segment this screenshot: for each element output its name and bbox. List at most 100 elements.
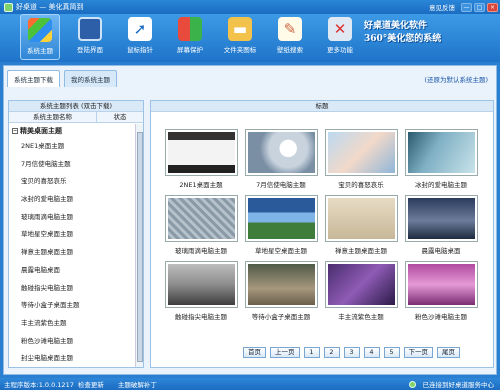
theme-preview-panel: 标题 2NE1桌面主题 7月信使电脑主题 宝贝的喜怒哀乐 冰封的爱电脑主题 玻璃… — [150, 100, 494, 368]
tool-mouse-pointer[interactable]: ➚ 鼠标指针 — [120, 14, 160, 60]
tool-system-theme[interactable]: 系统主题 — [20, 14, 60, 60]
theme-caption: 宝贝的喜怒哀乐 — [338, 181, 384, 189]
theme-thumbnail[interactable] — [164, 261, 238, 308]
theme-thumbnail[interactable] — [324, 261, 398, 308]
list-item[interactable]: 禅意主题桌面主题 — [9, 244, 135, 262]
page-button[interactable]: 4 — [363, 347, 380, 358]
window-title: 好桌道 — 美化真简到 — [16, 3, 84, 11]
theme-card[interactable]: 宝贝的喜怒哀乐 — [321, 129, 401, 191]
list-item[interactable]: 封尘电脑桌面主题 — [9, 350, 135, 367]
version-text: 主程序版本:1.0.0.1217 — [4, 381, 74, 389]
theme-card[interactable]: 2NE1桌面主题 — [161, 129, 241, 191]
theme-thumbnail[interactable] — [324, 129, 398, 176]
page-button[interactable]: 1 — [303, 347, 320, 358]
folder-icon: ▬ — [228, 17, 252, 41]
tool-label: 屏幕保护 — [177, 46, 203, 54]
tab-my-themes[interactable]: 我的系统主题 — [64, 70, 117, 87]
theme-caption: 等待小盒子桌面主题 — [251, 313, 311, 321]
theme-thumbnail[interactable] — [164, 129, 238, 176]
list-scrollbar[interactable] — [135, 124, 143, 367]
tool-label: 更多功能 — [327, 46, 353, 54]
theme-thumbnail[interactable] — [404, 195, 478, 242]
theme-card[interactable]: 粉色沙滩电脑主题 — [401, 261, 481, 323]
list-group[interactable]: − 精美桌面主题 — [9, 124, 135, 138]
theme-card[interactable]: 触碰指尖电脑主题 — [161, 261, 241, 323]
login-screen-icon — [78, 17, 102, 41]
list-item[interactable]: 粉色沙滩电脑主题 — [9, 333, 135, 351]
screensaver-shield-icon — [178, 17, 202, 41]
feedback-link[interactable]: 意见反馈 — [429, 2, 455, 12]
app-logo-icon — [4, 2, 13, 12]
tool-label: 系统主题 — [27, 47, 53, 55]
theme-caption: 7月信使电脑主题 — [256, 181, 306, 189]
status-bar: 主程序版本:1.0.0.1217 检查更新 主题破解补丁 已连接到好桌道服务中心 — [0, 378, 500, 390]
theme-thumbnail[interactable] — [164, 195, 238, 242]
scrollbar-thumb[interactable] — [137, 132, 143, 362]
theme-list-panel: 系统主题列表 (双击下载) 系统主题名称 状态 − 精美桌面主题 2NE1桌面主… — [8, 100, 144, 368]
theme-card[interactable]: 冰封的爱电脑主题 — [401, 129, 481, 191]
collapse-icon[interactable]: − — [12, 128, 18, 134]
theme-card[interactable]: 玻璃雨滴电脑主题 — [161, 195, 241, 257]
tab-download-themes[interactable]: 系统主题下载 — [7, 70, 60, 87]
theme-card[interactable]: 丰主流紫色主题 — [321, 261, 401, 323]
windows-logo-icon — [28, 18, 52, 42]
list-item[interactable]: 冰封的爱电脑主题 — [9, 191, 135, 209]
connection-icon — [408, 380, 416, 388]
list-item[interactable]: 7月信使电脑主题 — [9, 156, 135, 174]
tool-label: 登陆界面 — [77, 46, 103, 54]
last-page-button[interactable]: 尾页 — [437, 347, 460, 358]
theme-card[interactable]: 禅意主题桌面主题 — [321, 195, 401, 257]
first-page-button[interactable]: 首页 — [243, 347, 266, 358]
title-bar: 好桌道 — 美化真简到 意见反馈 — □ × — [0, 0, 500, 14]
column-name[interactable]: 系统主题名称 — [9, 112, 97, 122]
minimize-button[interactable]: — — [461, 2, 472, 12]
theme-list: − 精美桌面主题 2NE1桌面主题 7月信使电脑主题 宝贝的喜怒哀乐 冰封的爱电… — [9, 124, 135, 367]
connection-status: 已连接到好桌道服务中心 — [405, 379, 495, 389]
theme-caption: 草地星空桌面主题 — [255, 247, 307, 255]
tool-screensaver[interactable]: 屏幕保护 — [170, 14, 210, 60]
theme-caption: 冰封的爱电脑主题 — [415, 181, 467, 189]
list-item[interactable]: 晨露电脑桌面 — [9, 262, 135, 280]
theme-card[interactable]: 等待小盒子桌面主题 — [241, 261, 321, 323]
restore-default-link[interactable]: (还原为默认系统主题) — [424, 74, 488, 84]
list-item[interactable]: 丰主流紫色主题 — [9, 315, 135, 333]
theme-list-columns: 系统主题名称 状态 — [9, 112, 143, 123]
theme-thumbnail[interactable] — [244, 261, 318, 308]
theme-thumbnail[interactable] — [404, 261, 478, 308]
tool-login-screen[interactable]: 登陆界面 — [70, 14, 110, 60]
feedback-label[interactable]: 意见反馈 — [429, 2, 455, 12]
column-status[interactable]: 状态 — [97, 112, 143, 122]
tab-bar: 系统主题下载 我的系统主题 — [7, 70, 117, 87]
patch-link[interactable]: 主题破解补丁 — [118, 379, 157, 389]
theme-card[interactable]: 晨露电脑桌面 — [401, 195, 481, 257]
theme-thumbnail[interactable] — [244, 195, 318, 242]
page-button[interactable]: 3 — [343, 347, 360, 358]
theme-caption: 玻璃雨滴电脑主题 — [175, 247, 227, 255]
theme-card[interactable]: 草地星空桌面主题 — [241, 195, 321, 257]
theme-thumbnail[interactable] — [324, 195, 398, 242]
prev-page-button[interactable]: 上一页 — [270, 347, 300, 358]
list-item[interactable]: 宝贝的喜怒哀乐 — [9, 173, 135, 191]
tool-more[interactable]: ✕ 更多功能 — [320, 14, 360, 60]
tool-folder-icons[interactable]: ▬ 文件夹图标 — [220, 14, 260, 60]
tool-wallpaper-search[interactable]: ✎ 壁纸搜索 — [270, 14, 310, 60]
list-item[interactable]: 触碰指尖电脑主题 — [9, 280, 135, 298]
page-button[interactable]: 2 — [323, 347, 340, 358]
list-item[interactable]: 草地星空桌面主题 — [9, 226, 135, 244]
page-button[interactable]: 5 — [383, 347, 400, 358]
maximize-button[interactable]: □ — [474, 2, 485, 12]
theme-card[interactable]: 7月信使电脑主题 — [241, 129, 321, 191]
tool-label: 壁纸搜索 — [277, 46, 303, 54]
theme-thumbnail[interactable] — [404, 129, 478, 176]
list-item[interactable]: 等待小盒子桌面主题 — [9, 297, 135, 315]
theme-thumbnail[interactable] — [244, 129, 318, 176]
connection-text: 已连接到好桌道服务中心 — [422, 381, 495, 389]
close-button[interactable]: × — [487, 2, 498, 12]
list-group-label: 精美桌面主题 — [20, 127, 62, 135]
tool-label: 鼠标指针 — [127, 46, 153, 54]
next-page-button[interactable]: 下一页 — [403, 347, 433, 358]
check-update-link[interactable]: 检查更新 — [78, 379, 104, 389]
tool-label: 文件夹图标 — [223, 46, 257, 54]
list-item[interactable]: 2NE1桌面主题 — [9, 138, 135, 156]
list-item[interactable]: 玻璃雨滴电脑主题 — [9, 209, 135, 227]
